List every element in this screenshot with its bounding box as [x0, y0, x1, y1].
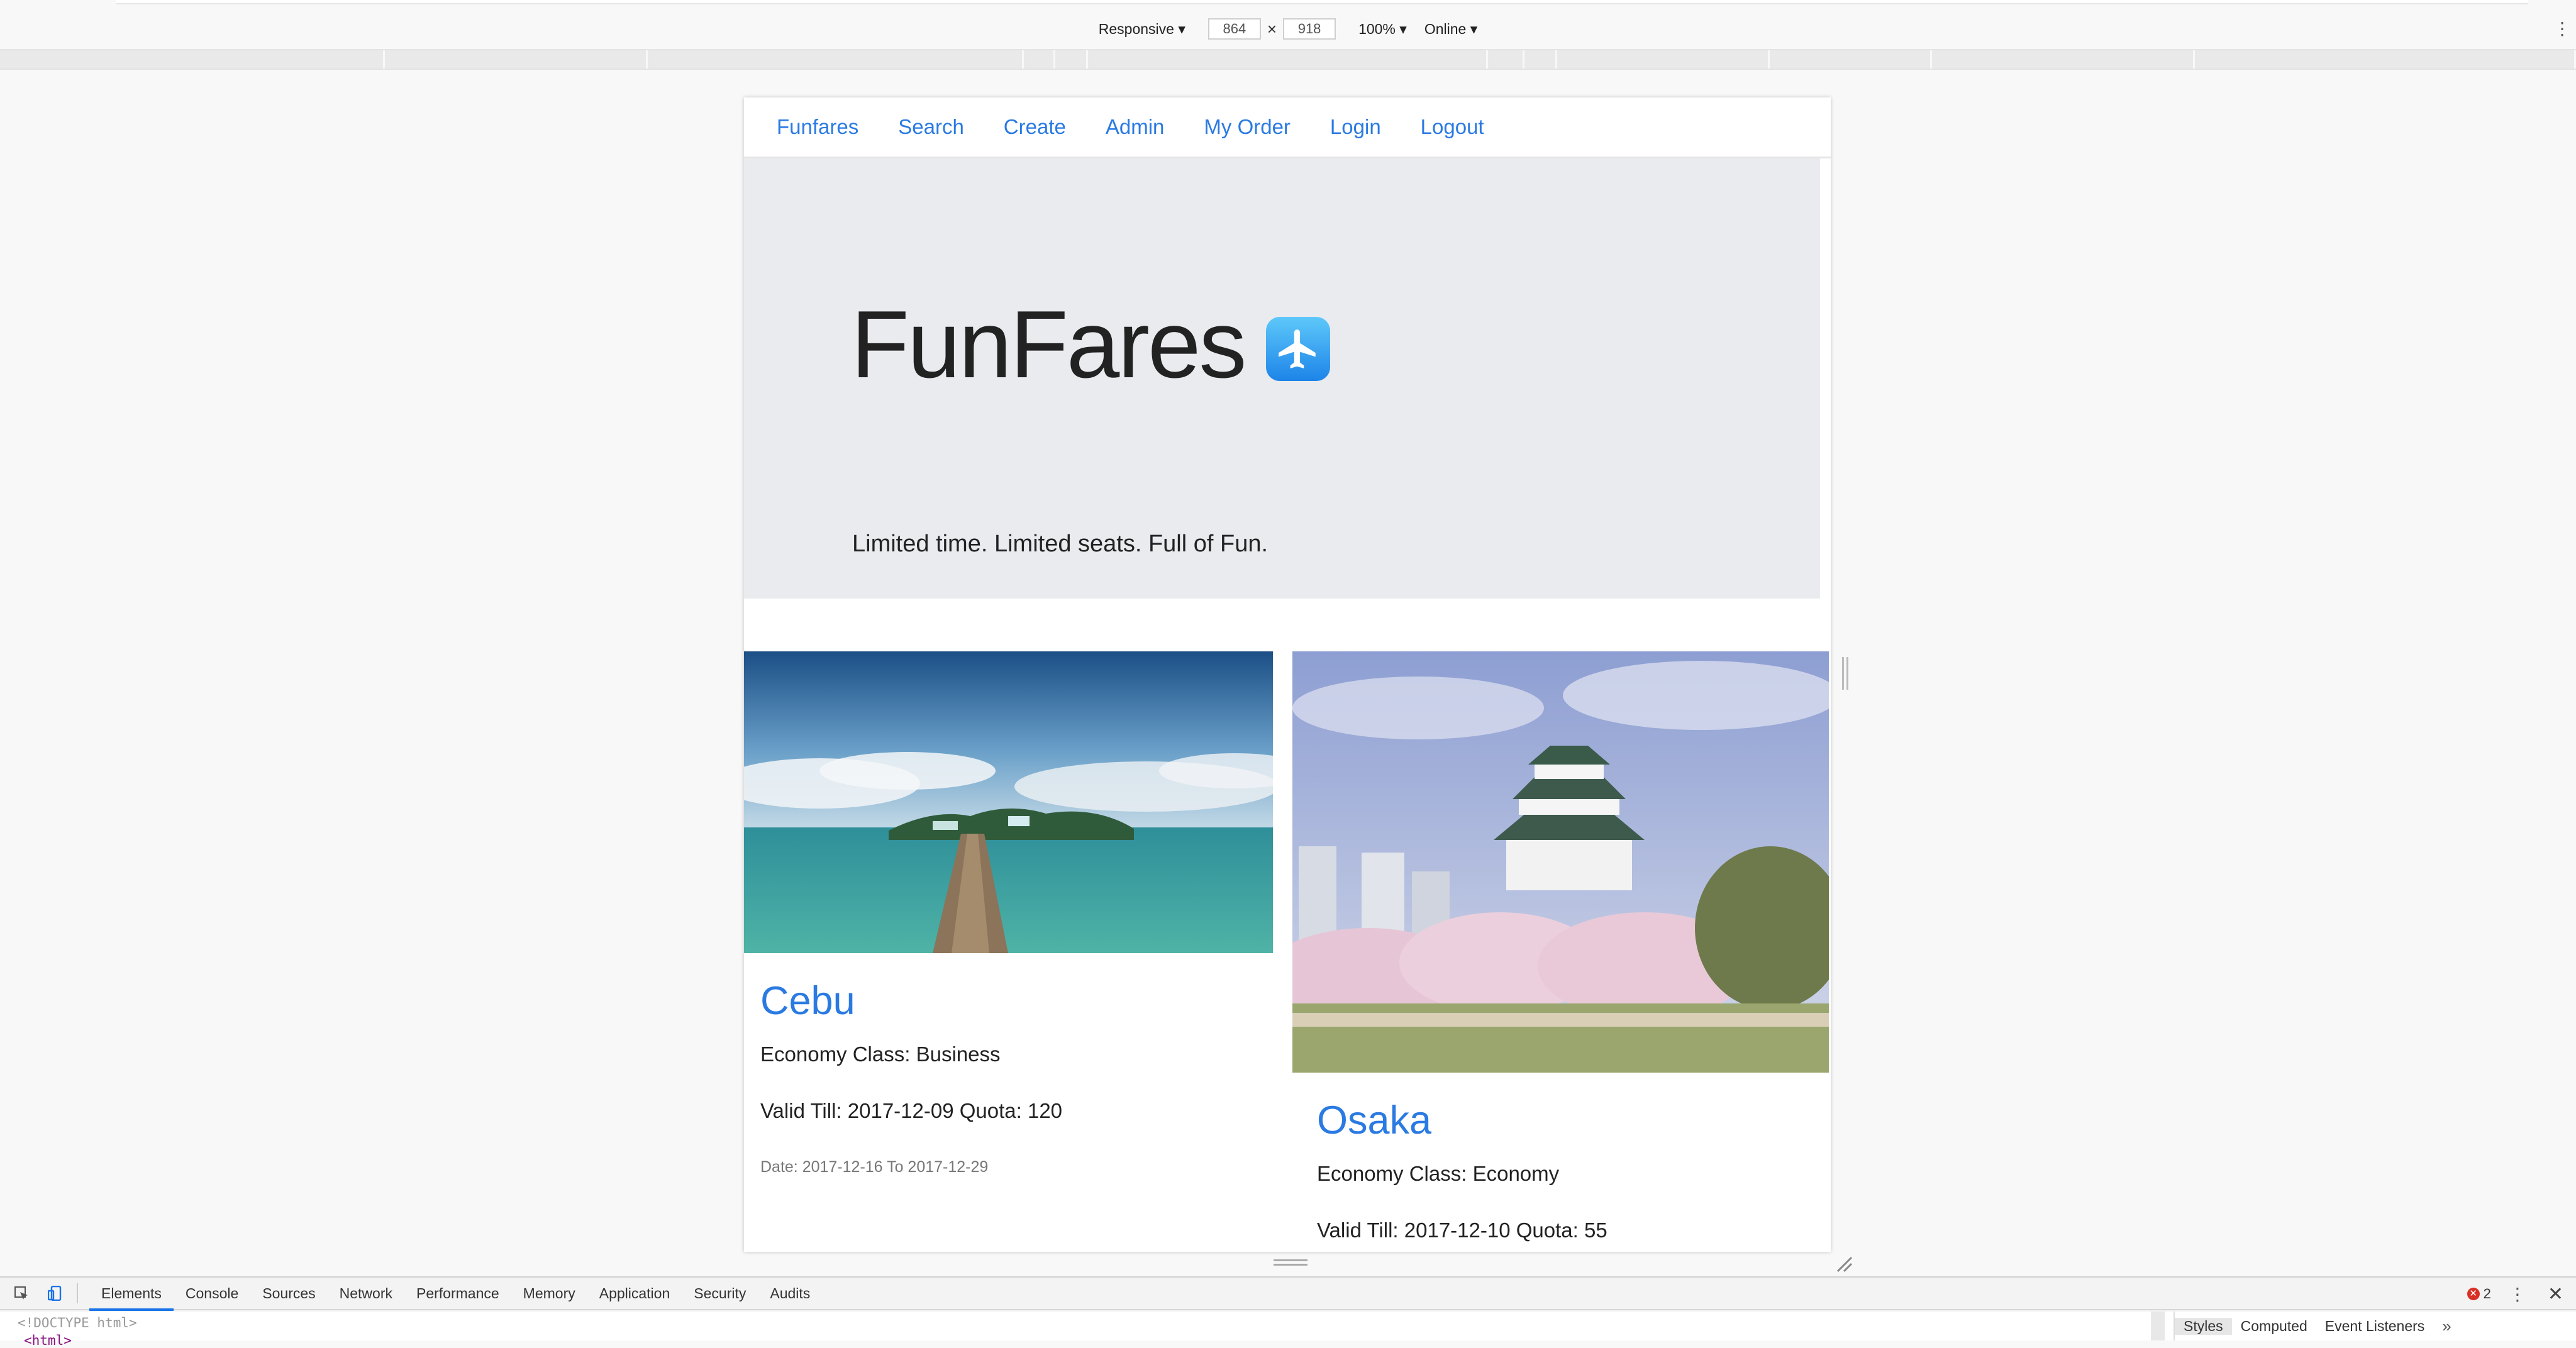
fare-class: Economy Class: Economy: [1317, 1162, 1560, 1185]
nav-create[interactable]: Create: [1004, 115, 1066, 139]
zoom-label: 100%: [1358, 20, 1396, 37]
zoom-select[interactable]: 100% ▾: [1358, 21, 1407, 38]
devtools-menu-icon[interactable]: ⋮: [2509, 1284, 2526, 1305]
panel-splitter[interactable]: [2151, 1312, 2165, 1340]
hero-title: FunFares: [851, 291, 1246, 398]
tab-memory[interactable]: Memory: [511, 1277, 587, 1310]
nav-funfares[interactable]: Funfares: [777, 115, 858, 139]
airplane-icon: [1266, 317, 1331, 381]
kebab-menu-icon[interactable]: ⋮: [2553, 19, 2571, 39]
cebu-photo[interactable]: [744, 651, 1273, 953]
media-query-segment[interactable]: [1557, 50, 1770, 69]
sidebar-tabs: Styles Computed Event Listeners »: [2174, 1312, 2460, 1340]
tab-elements[interactable]: Elements: [89, 1277, 174, 1311]
more-tabs-chevron-icon[interactable]: »: [2433, 1317, 2460, 1336]
error-count-badge[interactable]: ✕ 2: [2467, 1286, 2491, 1302]
osaka-card-body: Osaka Economy Class: Economy Valid Till:…: [1292, 1098, 1829, 1242]
tab-application[interactable]: Application: [587, 1277, 682, 1310]
nav-admin[interactable]: Admin: [1106, 115, 1165, 139]
tab-console[interactable]: Console: [174, 1277, 250, 1310]
tab-audits[interactable]: Audits: [758, 1277, 822, 1310]
device-mode-select[interactable]: Responsive ▾: [1099, 21, 1185, 38]
media-query-segment[interactable]: [1770, 50, 1932, 69]
elements-panel: <!DOCTYPE html> <html> Styles Computed E…: [0, 1312, 2576, 1348]
device-toolbar: Responsive ▾ 864 × 918 100% ▾ Online ▾ ⋮: [0, 0, 2576, 70]
fare-dates: Date: 2017-12-16 To 2017-12-29: [760, 1158, 989, 1176]
media-query-segment[interactable]: [1055, 50, 1088, 69]
cebu-card-body: Cebu Economy Class: Business Valid Till:…: [744, 978, 1273, 1176]
media-query-bar[interactable]: [0, 49, 2576, 70]
dom-doctype-line[interactable]: <!DOCTYPE html>: [18, 1315, 137, 1330]
fare-card-osaka[interactable]: Osaka Economy Class: Economy Valid Till:…: [1292, 651, 1829, 1242]
close-icon[interactable]: ✕: [2548, 1283, 2563, 1305]
osaka-photo[interactable]: [1292, 651, 1829, 1073]
tab-sources[interactable]: Sources: [250, 1277, 327, 1310]
fare-card-cebu[interactable]: Cebu Economy Class: Business Valid Till:…: [744, 651, 1273, 1176]
device-controls: Responsive ▾ 864 × 918 100% ▾ Online ▾: [0, 13, 2576, 45]
viewport-corner-resize-icon[interactable]: [1835, 1255, 1853, 1273]
tab-event-listeners[interactable]: Event Listeners: [2316, 1318, 2434, 1335]
media-query-segment[interactable]: [0, 50, 385, 69]
media-query-segment[interactable]: [1488, 50, 1524, 69]
media-query-segment[interactable]: [385, 50, 648, 69]
tab-performance[interactable]: Performance: [404, 1277, 511, 1310]
site-navbar: Funfares Search Create Admin My Order Lo…: [744, 97, 1831, 158]
error-count: 2: [2483, 1286, 2491, 1301]
nav-search[interactable]: Search: [898, 115, 964, 139]
network-throttle-select[interactable]: Online ▾: [1424, 21, 1477, 38]
hero-brand: FunFares: [851, 291, 1331, 398]
media-query-segment[interactable]: [1524, 50, 1557, 69]
device-toggle-icon[interactable]: [47, 1285, 63, 1301]
media-query-segment[interactable]: [648, 50, 1024, 69]
tab-styles[interactable]: Styles: [2175, 1317, 2232, 1335]
error-icon: ✕: [2467, 1288, 2480, 1300]
nav-my-order[interactable]: My Order: [1204, 115, 1291, 139]
devtools-right-controls: ✕ 2 ⋮ ✕: [2467, 1278, 2576, 1310]
fare-city-title[interactable]: Osaka: [1317, 1098, 1829, 1143]
toolbar-divider: [77, 1283, 78, 1303]
address-strip: [116, 0, 2528, 4]
inspect-element-icon[interactable]: [14, 1286, 29, 1301]
emulated-viewport: Funfares Search Create Admin My Order Lo…: [744, 97, 1831, 1252]
device-mode-label: Responsive: [1098, 20, 1174, 37]
media-query-segment[interactable]: [1932, 50, 2195, 69]
hero-jumbotron: FunFares Limited time. Limited seats. Fu…: [744, 158, 1820, 599]
fare-validity-quota: Valid Till: 2017-12-09 Quota: 120: [760, 1099, 1063, 1122]
dom-html-line[interactable]: <html>: [24, 1333, 72, 1348]
viewport-height-resize-handle[interactable]: [1274, 1259, 1307, 1266]
fare-validity-quota: Valid Till: 2017-12-10 Quota: 55: [1317, 1218, 1607, 1242]
dimension-separator: ×: [1267, 19, 1277, 38]
viewport-width-resize-handle[interactable]: [1842, 657, 1848, 690]
viewport-height-input[interactable]: 918: [1283, 18, 1336, 40]
devtools-panel: Elements Console Sources Network Perform…: [0, 1276, 2576, 1348]
fare-city-title[interactable]: Cebu: [760, 978, 1273, 1024]
tab-network[interactable]: Network: [328, 1277, 404, 1310]
media-query-segment[interactable]: [2195, 50, 2576, 69]
devtools-tab-bar: Elements Console Sources Network Perform…: [0, 1277, 2576, 1311]
tab-security[interactable]: Security: [682, 1277, 758, 1310]
media-query-segment[interactable]: [1024, 50, 1055, 69]
network-label: Online: [1424, 20, 1467, 37]
nav-login[interactable]: Login: [1330, 115, 1381, 139]
hero-tagline: Limited time. Limited seats. Full of Fun…: [852, 531, 1269, 557]
fare-class: Economy Class: Business: [760, 1042, 1001, 1066]
viewport-width-input[interactable]: 864: [1208, 18, 1261, 40]
media-query-segment[interactable]: [1088, 50, 1488, 69]
nav-logout[interactable]: Logout: [1421, 115, 1484, 139]
tab-computed[interactable]: Computed: [2232, 1318, 2316, 1335]
